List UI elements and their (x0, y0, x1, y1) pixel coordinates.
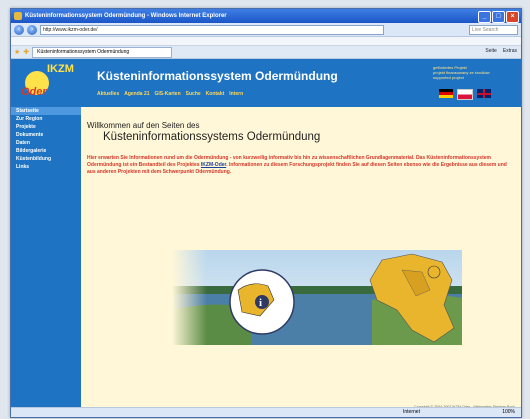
nav-aktuelles[interactable]: Aktuelles (97, 91, 119, 97)
browser-window: Küsteninformationssystem Odermündung - W… (10, 8, 522, 418)
project-note: gefördertes Projekt projekt finansowany … (433, 65, 490, 80)
svg-text:i: i (259, 297, 262, 309)
title-bar: Küsteninformationssystem Odermündung - W… (11, 9, 521, 23)
nav-agenda21[interactable]: Agenda 21 (124, 91, 149, 97)
sidebar-item-kuestenbildung[interactable]: Küstenbildung (11, 155, 81, 163)
status-zone: Internet (403, 409, 420, 415)
forward-icon[interactable]: › (27, 24, 37, 35)
nav-intern[interactable]: Intern (229, 91, 243, 97)
zoom-level[interactable]: 100% (502, 408, 515, 417)
site-logo[interactable]: IKZM Oder (17, 61, 83, 105)
back-icon[interactable]: ‹ (14, 24, 24, 35)
nav-kontakt[interactable]: Kontakt (206, 91, 225, 97)
flag-pl-icon[interactable] (457, 89, 473, 100)
sidebar-item-links[interactable]: Links (11, 163, 81, 171)
sidebar: Startseite Zur Region Projekte Dokumente… (11, 107, 81, 407)
logo-text-top: IKZM (47, 63, 74, 75)
status-bar: Internet 100% (11, 407, 521, 417)
sidebar-item-bildergalerie[interactable]: Bildergalerie (11, 147, 81, 155)
window-title: Küsteninformationssystem Odermündung - W… (25, 13, 227, 19)
flag-de-icon[interactable] (439, 89, 453, 98)
maximize-button[interactable]: □ (492, 11, 505, 23)
address-input[interactable]: http://www.ikzm-oder.de/ (40, 24, 384, 35)
menu-bar (11, 37, 521, 46)
language-flags (439, 89, 491, 100)
add-favorite-icon[interactable]: ✚ (23, 48, 29, 56)
search-input[interactable]: Live Search (469, 24, 518, 35)
sidebar-item-startseite[interactable]: Startseite (11, 107, 81, 115)
welcome-line-1: Willkommen auf den Seiten des (87, 121, 200, 130)
nav-gis-karten[interactable]: GIS-Karten (155, 91, 181, 97)
banner-image: i (172, 250, 462, 345)
logo-text-bottom: Oder (21, 86, 47, 98)
tab-bar: ★ ✚ Küsteninformationssystem Odermündung… (11, 46, 521, 59)
welcome-line-2: Küsteninformationssystems Odermündung (103, 131, 321, 143)
nav-suche[interactable]: Suche (186, 91, 201, 97)
tools-seite[interactable]: Seite (485, 48, 496, 54)
tab-active[interactable]: Küsteninformationssystem Odermündung (32, 46, 173, 58)
ie-icon (14, 12, 22, 20)
sidebar-item-zur-region[interactable]: Zur Region (11, 115, 81, 123)
ikzm-oder-link[interactable]: IKZM-Oder (201, 162, 226, 168)
address-bar: ‹ › http://www.ikzm-oder.de/ Live Search (11, 23, 521, 37)
sidebar-item-dokumente[interactable]: Dokumente (11, 131, 81, 139)
top-nav: Aktuelles Agenda 21 GIS-Karten Suche Kon… (97, 91, 243, 97)
site-header: IKZM Oder Küsteninformationssystem Oderm… (11, 59, 521, 107)
sidebar-item-projekte[interactable]: Projekte (11, 123, 81, 131)
intro-text: Hier erwarten Sie Informationen rund um … (87, 155, 507, 175)
tools-extras[interactable]: Extras (503, 48, 517, 54)
favorites-icon[interactable]: ★ (14, 48, 20, 56)
minimize-button[interactable]: _ (478, 11, 491, 23)
main-content: Willkommen auf den Seiten des Küsteninfo… (87, 121, 512, 176)
site-title: Küsteninformationssystem Odermündung (97, 69, 338, 83)
sidebar-item-daten[interactable]: Daten (11, 139, 81, 147)
close-button[interactable]: × (506, 11, 519, 23)
web-page: IKZM Oder Küsteninformationssystem Oderm… (11, 59, 521, 417)
flag-uk-icon[interactable] (477, 89, 491, 98)
